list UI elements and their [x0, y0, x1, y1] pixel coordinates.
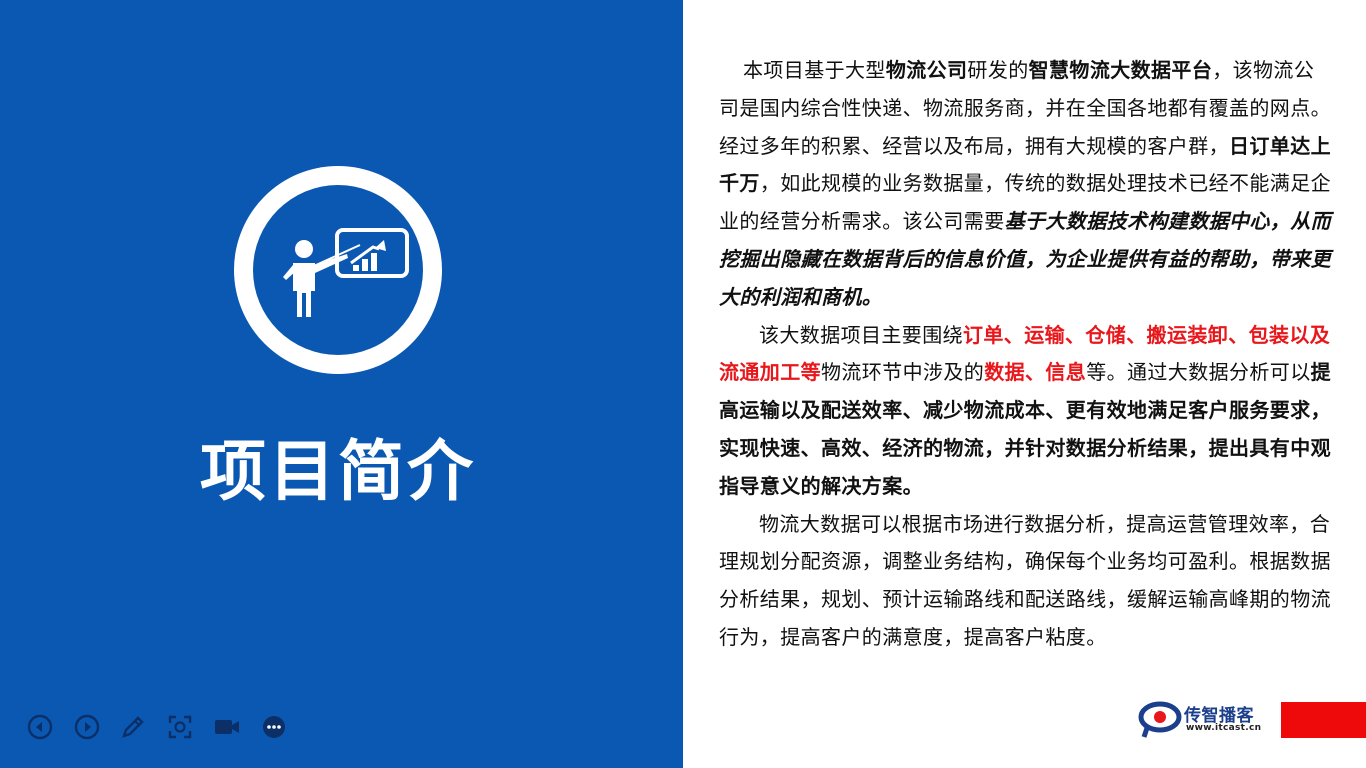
corner-red-block [1281, 702, 1366, 738]
more-icon [263, 716, 285, 738]
previous-icon [27, 714, 53, 740]
left-panel: 项目简介 [0, 0, 683, 768]
text-run: 物流环节中涉及的 [821, 360, 985, 385]
paragraph-2: 该大数据项目主要围绕订单、运输、仓储、搬运装卸、包装以及流通加工等物流环节中涉及… [719, 317, 1331, 506]
emphasis-run: 物流公司 [885, 58, 968, 82]
emphasis-run: 智慧物流大数据平台 [1028, 58, 1213, 82]
next-button[interactable] [73, 713, 101, 741]
zoom-icon [168, 715, 192, 739]
text-run: 研发的 [967, 58, 1029, 82]
more-button[interactable] [260, 713, 288, 741]
paragraph-1: 本项目基于大型物流公司研发的智慧物流大数据平台，该物流公司是国内综合性快递、物流… [719, 52, 1331, 317]
text-run: 该大数据项目主要围绕 [759, 322, 963, 347]
presenter-badge [234, 166, 442, 374]
pen-icon [122, 716, 144, 738]
text-run: 本项目基于大型 [743, 58, 886, 82]
camera-button[interactable] [213, 713, 241, 741]
intro-text: 本项目基于大型物流公司研发的智慧物流大数据平台，该物流公司是国内综合性快递、物流… [719, 52, 1331, 657]
previous-button[interactable] [26, 713, 54, 741]
text-run: 等。通过大数据分析可以 [1086, 360, 1311, 385]
brand-logo: 传智播客 www.itcast.cn [1138, 697, 1278, 741]
presenter-badge-inner [253, 185, 423, 355]
presenter-chart-icon [283, 228, 409, 317]
brand-url: www.itcast.cn [1186, 723, 1262, 733]
pen-button[interactable] [119, 713, 147, 741]
zoom-button[interactable] [166, 713, 194, 741]
highlight-run: 数据、信息 [984, 360, 1087, 385]
slide-title: 项目简介 [200, 433, 476, 510]
brand-mark-icon [1138, 701, 1182, 738]
text-run: 物流大数据可以根据市场进行数据分析，提高运营管理效率，合理规划分配资源，调整业务… [719, 511, 1331, 649]
next-icon [74, 714, 100, 740]
camera-icon [215, 720, 239, 734]
paragraph-3: 物流大数据可以根据市场进行数据分析，提高运营管理效率，合理规划分配资源，调整业务… [719, 506, 1331, 657]
